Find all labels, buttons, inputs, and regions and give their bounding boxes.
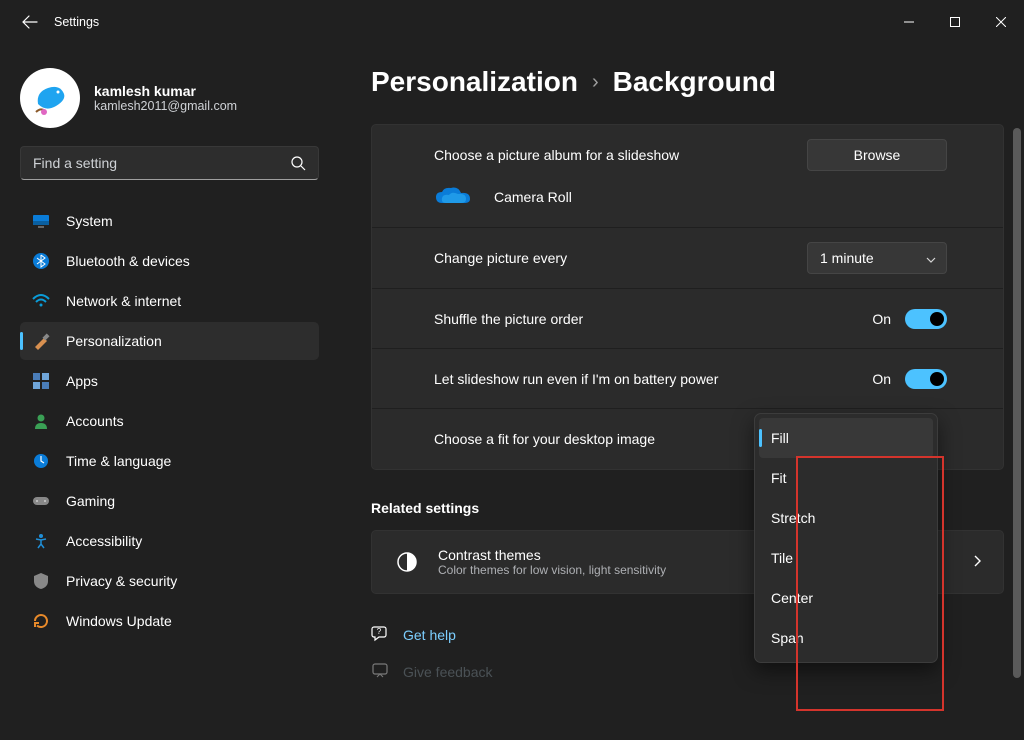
- dropdown-value: 1 minute: [820, 250, 874, 266]
- close-button[interactable]: [978, 7, 1024, 37]
- browse-button[interactable]: Browse: [807, 139, 947, 171]
- sidebar-item-label: Bluetooth & devices: [66, 253, 190, 269]
- sidebar-item-privacy[interactable]: Privacy & security: [20, 562, 319, 600]
- battery-toggle[interactable]: [905, 369, 947, 389]
- clock-globe-icon: [32, 452, 50, 470]
- sidebar-item-bluetooth[interactable]: Bluetooth & devices: [20, 242, 319, 280]
- give-feedback-text[interactable]: Give feedback: [403, 664, 493, 680]
- shield-icon: [32, 572, 50, 590]
- window-title: Settings: [54, 15, 99, 29]
- shuffle-label: Shuffle the picture order: [434, 311, 872, 327]
- arrow-left-icon: [22, 14, 38, 30]
- battery-label: Let slideshow run even if I'm on battery…: [434, 371, 734, 387]
- avatar: [20, 68, 80, 128]
- shuffle-value: On: [872, 311, 891, 327]
- close-icon: [996, 17, 1006, 27]
- album-current-row: Camera Roll: [372, 185, 1003, 228]
- nav-list: System Bluetooth & devices Network & int…: [20, 202, 319, 640]
- sidebar-item-accessibility[interactable]: Accessibility: [20, 522, 319, 560]
- sidebar-item-label: Accessibility: [66, 533, 142, 549]
- back-button[interactable]: [10, 2, 50, 42]
- sidebar-item-accounts[interactable]: Accounts: [20, 402, 319, 440]
- account-email: kamlesh2011@gmail.com: [94, 99, 237, 113]
- album-name: Camera Roll: [494, 189, 572, 205]
- sidebar-item-label: Privacy & security: [66, 573, 177, 589]
- account-block[interactable]: kamlesh kumar kamlesh2011@gmail.com: [20, 62, 319, 146]
- chevron-right-icon: ›: [592, 71, 599, 94]
- sidebar-item-label: Personalization: [66, 333, 162, 349]
- sidebar-item-label: Apps: [66, 373, 98, 389]
- battery-value: On: [872, 371, 891, 387]
- minimize-button[interactable]: [886, 7, 932, 37]
- apps-icon: [32, 372, 50, 390]
- choose-album-row: Choose a picture album for a slideshow B…: [372, 125, 1003, 185]
- svg-text:?: ?: [377, 627, 382, 636]
- fit-option-fit[interactable]: Fit: [759, 458, 933, 498]
- search-box[interactable]: [20, 146, 319, 180]
- sidebar-item-personalization[interactable]: Personalization: [20, 322, 319, 360]
- sidebar-item-label: Accounts: [66, 413, 124, 429]
- fit-option-span[interactable]: Span: [759, 618, 933, 658]
- onedrive-icon: [434, 185, 472, 209]
- change-every-label: Change picture every: [434, 250, 807, 266]
- contrast-title: Contrast themes: [438, 547, 666, 563]
- choose-album-label: Choose a picture album for a slideshow: [434, 147, 807, 163]
- sidebar-item-time[interactable]: Time & language: [20, 442, 319, 480]
- maximize-button[interactable]: [932, 7, 978, 37]
- get-help-text[interactable]: Get help: [403, 627, 456, 643]
- sidebar-item-label: System: [66, 213, 113, 229]
- sidebar-item-label: Network & internet: [66, 293, 181, 309]
- sidebar-item-apps[interactable]: Apps: [20, 362, 319, 400]
- contrast-icon: [394, 549, 420, 575]
- gamepad-icon: [32, 492, 50, 510]
- search-icon: [290, 155, 306, 171]
- feedback-icon: [371, 661, 389, 682]
- fit-option-tile[interactable]: Tile: [759, 538, 933, 578]
- accessibility-icon: [32, 532, 50, 550]
- help-icon: ?: [371, 624, 389, 645]
- sidebar-item-network[interactable]: Network & internet: [20, 282, 319, 320]
- shuffle-row: Shuffle the picture order On: [372, 289, 1003, 349]
- maximize-icon: [950, 17, 960, 27]
- person-icon: [32, 412, 50, 430]
- fit-option-fill[interactable]: Fill: [759, 418, 933, 458]
- breadcrumb-parent[interactable]: Personalization: [371, 66, 578, 98]
- sidebar-item-label: Gaming: [66, 493, 115, 509]
- paintbrush-icon: [32, 332, 50, 350]
- search-input[interactable]: [33, 155, 290, 171]
- minimize-icon: [904, 17, 914, 27]
- battery-row: Let slideshow run even if I'm on battery…: [372, 349, 1003, 409]
- give-feedback-link[interactable]: Give feedback: [371, 661, 1004, 682]
- titlebar: Settings: [0, 0, 1024, 44]
- fit-dropdown-menu: Fill Fit Stretch Tile Center Span: [754, 413, 938, 663]
- contrast-sub: Color themes for low vision, light sensi…: [438, 563, 666, 577]
- bluetooth-icon: [32, 252, 50, 270]
- sidebar-item-system[interactable]: System: [20, 202, 319, 240]
- fit-option-stretch[interactable]: Stretch: [759, 498, 933, 538]
- fit-option-center[interactable]: Center: [759, 578, 933, 618]
- update-icon: [32, 612, 50, 630]
- monitor-icon: [32, 212, 50, 230]
- change-every-dropdown[interactable]: 1 minute: [807, 242, 947, 274]
- wifi-icon: [32, 292, 50, 310]
- breadcrumb: Personalization › Background: [371, 66, 1004, 98]
- sidebar-item-label: Windows Update: [66, 613, 172, 629]
- change-every-row: Change picture every 1 minute: [372, 228, 1003, 289]
- account-name: kamlesh kumar: [94, 83, 237, 99]
- sidebar-item-label: Time & language: [66, 453, 171, 469]
- chevron-right-icon: [973, 554, 981, 570]
- sidebar-item-gaming[interactable]: Gaming: [20, 482, 319, 520]
- scrollbar[interactable]: [1013, 128, 1021, 678]
- breadcrumb-current: Background: [613, 66, 776, 98]
- sidebar-item-update[interactable]: Windows Update: [20, 602, 319, 640]
- sidebar: kamlesh kumar kamlesh2011@gmail.com Syst…: [0, 44, 335, 740]
- bird-icon: [26, 74, 74, 122]
- chevron-down-icon: [926, 250, 936, 266]
- shuffle-toggle[interactable]: [905, 309, 947, 329]
